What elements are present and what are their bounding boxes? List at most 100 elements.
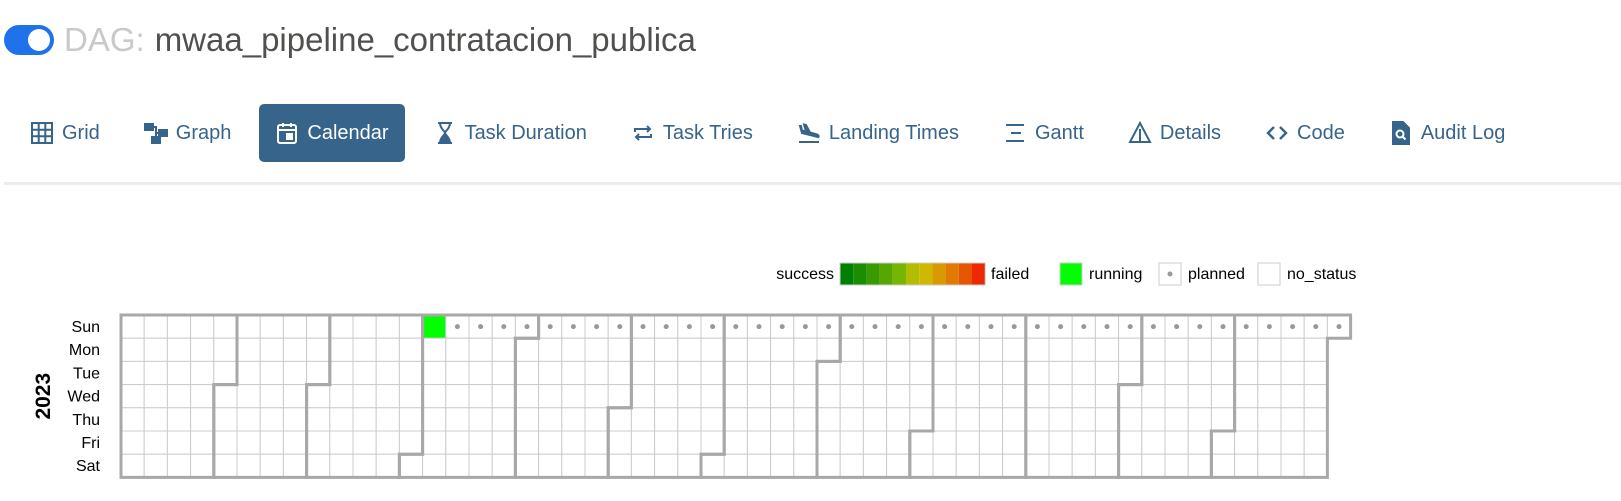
calendar-day-cell	[282, 384, 308, 409]
tab-code[interactable]: Code	[1249, 104, 1361, 162]
tab-gantt[interactable]: Gantt	[987, 104, 1100, 162]
calendar-day-cell	[143, 453, 168, 478]
planned-dot	[1127, 324, 1133, 330]
calendar-day-cell	[816, 337, 841, 362]
calendar-day-cell	[143, 337, 168, 362]
calendar-day-cell	[1234, 384, 1259, 409]
calendar-day-cell	[607, 360, 632, 386]
calendar-day-cell	[352, 314, 377, 339]
calendar-day-cell	[143, 360, 168, 386]
calendar-day-cell	[886, 430, 911, 455]
calendar-day-cell	[816, 430, 841, 455]
tab-landing-times[interactable]: Landing Times	[781, 104, 975, 162]
calendar-day-cell	[1210, 430, 1236, 455]
legend-no-status-swatch	[1257, 262, 1281, 286]
planned-dot	[1266, 324, 1272, 330]
planned-dot	[756, 324, 762, 330]
calendar-day-cell	[1094, 360, 1120, 386]
calendar-day-cell	[143, 314, 168, 339]
calendar-day-cell	[677, 430, 702, 455]
calendar-day-cell	[723, 453, 748, 478]
planned-dot	[1034, 324, 1040, 330]
calendar-day-cell	[700, 360, 725, 386]
tab-task-duration[interactable]: Task Duration	[417, 104, 603, 162]
calendar-day-cell	[166, 384, 192, 409]
calendar-day-cell	[561, 360, 586, 386]
calendar-day-cell	[886, 337, 911, 362]
tab-graph[interactable]: Graph	[128, 104, 248, 162]
tab-audit-log[interactable]: Audit Log	[1373, 104, 1522, 162]
calendar-day-cell	[1025, 430, 1050, 455]
calendar-day-cell	[584, 337, 609, 362]
calendar-day-cell	[445, 337, 470, 362]
calendar-day-cell	[630, 360, 656, 386]
dag-id: mwaa_pipeline_contratacion_publica	[154, 21, 696, 58]
calendar-day-cell	[700, 337, 725, 362]
planned-dot	[594, 324, 600, 330]
calendar-day-cell	[700, 430, 725, 455]
legend-gradient-step	[892, 263, 906, 285]
calendar-day-cell	[1141, 430, 1166, 455]
calendar-day-cell	[862, 360, 888, 386]
calendar-day-cell	[282, 430, 308, 455]
tab-task-tries[interactable]: Task Tries	[615, 104, 769, 162]
calendar-day-cell	[514, 453, 540, 478]
legend-gradient-step	[945, 263, 959, 285]
calendar-day-cell	[932, 407, 957, 432]
calendar-day-cell	[978, 453, 1004, 478]
calendar-day-cell	[468, 430, 493, 455]
calendar-day-cell	[514, 360, 540, 386]
calendar-day-cell	[839, 360, 864, 386]
calendar-day-cell	[259, 384, 284, 409]
calendar-day-cell	[1118, 360, 1143, 386]
calendar-day-cell	[770, 337, 795, 362]
calendar-day-cell	[584, 407, 609, 432]
calendar-day-cell	[862, 453, 888, 478]
calendar-day-cell	[1141, 384, 1166, 409]
tab-details-label: Details	[1159, 121, 1222, 144]
legend-gradient-step	[958, 263, 972, 285]
calendar-day-cell	[538, 453, 563, 478]
calendar-day-cell	[213, 360, 238, 386]
pause-toggle[interactable]	[4, 25, 54, 55]
calendar-day-cell	[793, 337, 818, 362]
calendar-day-cell	[259, 430, 284, 455]
calendar-day-cell	[120, 360, 145, 386]
tab-graph-label: Graph	[175, 121, 232, 144]
calendar-day-cell	[1187, 407, 1212, 432]
calendar-day-cell	[630, 453, 656, 478]
calendar-day-cell	[120, 384, 145, 409]
calendar-day-cell	[282, 314, 308, 339]
tab-details[interactable]: Details	[1112, 104, 1237, 162]
calendar-day-cell	[1280, 453, 1305, 478]
calendar-day-cell	[746, 384, 772, 409]
tab-grid[interactable]: Grid	[14, 104, 116, 162]
calendar-day-cell	[398, 407, 424, 432]
calendar-day-cell	[190, 407, 215, 432]
calendar-day-cell	[422, 430, 447, 455]
planned-dot	[988, 324, 994, 330]
calendar-day-cell	[723, 360, 748, 386]
calendar-day-cell	[1002, 337, 1027, 362]
legend-gradient-step	[866, 263, 880, 285]
calendar-day-cell	[398, 384, 424, 409]
calendar-day-cell	[700, 453, 725, 478]
calendar-day-cell	[422, 407, 447, 432]
calendar-day-cell	[120, 430, 145, 455]
calendar-day-cell	[514, 384, 540, 409]
calendar-day-cell	[398, 360, 424, 386]
calendar-day-cell	[978, 360, 1004, 386]
planned-dot	[524, 324, 530, 330]
tab-calendar[interactable]: Calendar	[259, 104, 405, 162]
planned-dot	[872, 324, 878, 330]
calendar-day-cell	[1257, 407, 1282, 432]
calendar-day-cell	[538, 430, 563, 455]
calendar-day-cell	[677, 360, 702, 386]
calendar-day-cell	[329, 360, 354, 386]
calendar-day-cell	[839, 337, 864, 362]
calendar-day-cell	[282, 407, 308, 432]
calendar-day-cell	[932, 337, 957, 362]
calendar-view: success failed running planned no_status Sun M…	[32, 262, 1356, 479]
calendar-day-cell	[514, 407, 540, 432]
calendar-day-cell	[445, 360, 470, 386]
